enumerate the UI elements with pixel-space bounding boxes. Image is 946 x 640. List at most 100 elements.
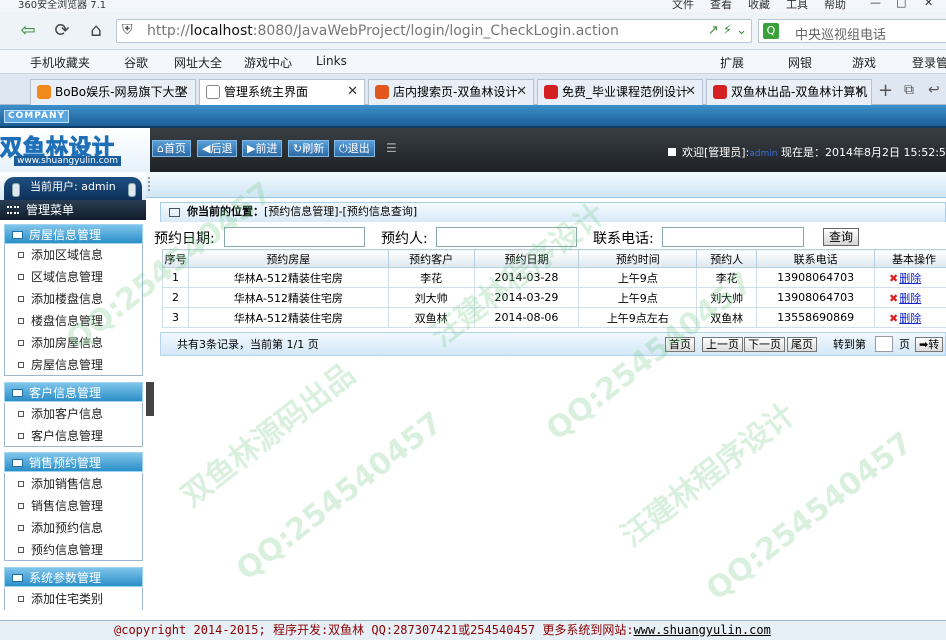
fav-google[interactable]: 谷歌	[124, 54, 148, 71]
cell-customer: 双鱼林	[387, 307, 475, 328]
home-icon[interactable]: ⌂	[84, 20, 108, 42]
menu-add-house[interactable]: 添加房屋信息	[4, 332, 143, 354]
menu-add-building[interactable]: 添加楼盘信息	[4, 288, 143, 310]
query-button[interactable]: 查询	[823, 228, 859, 246]
new-tab-icon[interactable]: +	[878, 80, 893, 101]
back-button[interactable]: ◀后退	[197, 140, 238, 157]
menu-tools[interactable]: 工具	[786, 0, 808, 12]
games-button[interactable]: 游戏	[852, 54, 876, 71]
menu-item-label: 区域信息管理	[31, 270, 104, 284]
group-sales[interactable]: 销售预约管理	[4, 452, 143, 472]
menu-booking-manage[interactable]: 预约信息管理	[4, 539, 143, 561]
tab-store-search[interactable]: 店内搜索页-双鱼林设计 ✕	[368, 79, 534, 105]
tab-list-icon[interactable]: ⧉	[904, 82, 914, 98]
delete-icon[interactable]: ✖	[889, 292, 898, 305]
group-house[interactable]: 房屋信息管理	[4, 224, 143, 244]
refresh-icon[interactable]: ⟳	[50, 20, 74, 42]
delete-label[interactable]: 删除	[899, 312, 921, 325]
extensions-button[interactable]: 扩展	[720, 54, 744, 71]
netbank-button[interactable]: 网银	[788, 54, 812, 71]
tab-favicon	[544, 85, 558, 99]
search-box[interactable]: Q 中央巡视组电话	[758, 19, 946, 43]
fav-links[interactable]: Links	[316, 54, 347, 68]
delete-label[interactable]: 删除	[899, 292, 921, 305]
person-input[interactable]	[436, 227, 577, 247]
delete-icon[interactable]: ✖	[889, 272, 898, 285]
date-input[interactable]	[224, 227, 365, 247]
login-button[interactable]: 登录管	[912, 54, 946, 71]
table-row: 3 华林A-512精装住宅房 双鱼林 2014-08-06 上午9点左右 双鱼林…	[162, 307, 946, 328]
menu-building-manage[interactable]: 楼盘信息管理	[4, 310, 143, 332]
doc-icon	[18, 503, 24, 509]
home-button[interactable]: ⌂首页	[152, 140, 191, 157]
url-input[interactable]: ⛨ http://localhost:8080/JavaWebProject/l…	[116, 19, 752, 43]
first-page-button[interactable]: 首页	[665, 337, 695, 352]
menu-add-house-type[interactable]: 添加住宅类别	[4, 588, 143, 610]
close-tab-icon[interactable]: ✕	[685, 80, 696, 104]
sidebar-splitter[interactable]	[146, 172, 154, 620]
fav-sites[interactable]: 网址大全	[174, 54, 222, 71]
menu-customer-manage[interactable]: 客户信息管理	[4, 425, 143, 447]
delete-label[interactable]: 删除	[899, 272, 921, 285]
menu-favorites[interactable]: 收藏	[748, 0, 770, 12]
menu-add-customer[interactable]: 添加客户信息	[4, 403, 143, 425]
delete-link[interactable]: ✖删除	[874, 287, 946, 308]
page-number-input[interactable]	[875, 336, 893, 352]
now-label: 现在是：	[781, 146, 825, 159]
go-button[interactable]: ➡转	[915, 337, 944, 352]
menu-add-booking[interactable]: 添加预约信息	[4, 517, 143, 539]
welcome-text: 欢迎[管理员]:admin 现在是：2014年8月2日 15:52:5	[668, 144, 946, 160]
close-tab-icon[interactable]: ✕	[347, 80, 358, 104]
group-system[interactable]: 系统参数管理	[4, 567, 143, 587]
close-window-icon[interactable]: ✕	[924, 0, 933, 9]
group-title: 客户信息管理	[29, 386, 102, 400]
search-engine-icon[interactable]: Q	[763, 23, 779, 39]
menu-add-sale[interactable]: 添加销售信息	[4, 473, 143, 495]
url-action-icons[interactable]: ↗ ⚡ ⌄	[708, 23, 747, 38]
refresh-button[interactable]: ↻刷新	[288, 140, 330, 157]
prev-page-button[interactable]: 上一页	[702, 337, 743, 352]
back-arrow-icon[interactable]: ⇦	[16, 20, 40, 42]
search-input[interactable]: 中央巡视组电话	[795, 24, 886, 43]
forward-button[interactable]: ▶前进	[242, 140, 283, 157]
tab-bobo[interactable]: BoBo娱乐-网易旗下大型 ✕	[30, 79, 196, 105]
delete-icon[interactable]: ✖	[889, 312, 898, 325]
tab-shuangyulin[interactable]: 双鱼林出品-双鱼林计算机 ✕	[706, 79, 872, 105]
col-time: 预约时间	[578, 249, 698, 268]
cell-person: 李花	[696, 267, 758, 288]
next-page-button[interactable]: 下一页	[744, 337, 785, 352]
person-label: 预约人:	[381, 231, 428, 247]
breadcrumb-path: [预约信息管理]-[预约信息查询]	[264, 205, 418, 218]
col-index: 序号	[162, 249, 189, 268]
phone-input[interactable]	[662, 227, 804, 247]
undo-close-icon[interactable]: ↩	[928, 82, 940, 98]
close-tab-icon[interactable]: ✕	[516, 80, 527, 104]
delete-link[interactable]: ✖删除	[874, 307, 946, 328]
fav-mobile[interactable]: 手机收藏夹	[30, 54, 90, 71]
menu-house-manage[interactable]: 房屋信息管理	[4, 354, 143, 376]
splitter-handle[interactable]	[146, 382, 154, 416]
menu-add-area[interactable]: 添加区域信息	[4, 244, 143, 266]
tab-main-system[interactable]: 管理系统主界面 ✕	[199, 79, 365, 106]
menu-view[interactable]: 查看	[710, 0, 732, 12]
website-link[interactable]: www.shuangyulin.com	[634, 623, 771, 637]
menu-item-label: 房屋信息管理	[31, 358, 104, 372]
fav-games[interactable]: 游戏中心	[244, 54, 292, 71]
doc-icon	[18, 362, 24, 368]
record-info: 共有3条记录，当前第 1/1 页	[177, 338, 319, 351]
phone-label: 联系电话:	[593, 231, 654, 247]
close-tab-icon[interactable]: ✕	[178, 80, 189, 104]
minimize-icon[interactable]: —	[870, 0, 881, 9]
menu-help[interactable]: 帮助	[824, 0, 846, 12]
delete-link[interactable]: ✖删除	[874, 267, 946, 288]
tab-free-course[interactable]: 免费_毕业课程范例设计 ✕	[537, 79, 703, 105]
menu-area-manage[interactable]: 区域信息管理	[4, 266, 143, 288]
group-customer[interactable]: 客户信息管理	[4, 382, 143, 402]
menu-sale-manage[interactable]: 销售信息管理	[4, 495, 143, 517]
logout-button[interactable]: ⏻退出	[334, 140, 375, 157]
close-tab-icon[interactable]: ✕	[854, 80, 865, 104]
maximize-icon[interactable]: □	[896, 0, 906, 9]
last-page-button[interactable]: 尾页	[787, 337, 817, 352]
menu-item-label: 销售信息管理	[31, 499, 104, 513]
menu-file[interactable]: 文件	[672, 0, 694, 12]
